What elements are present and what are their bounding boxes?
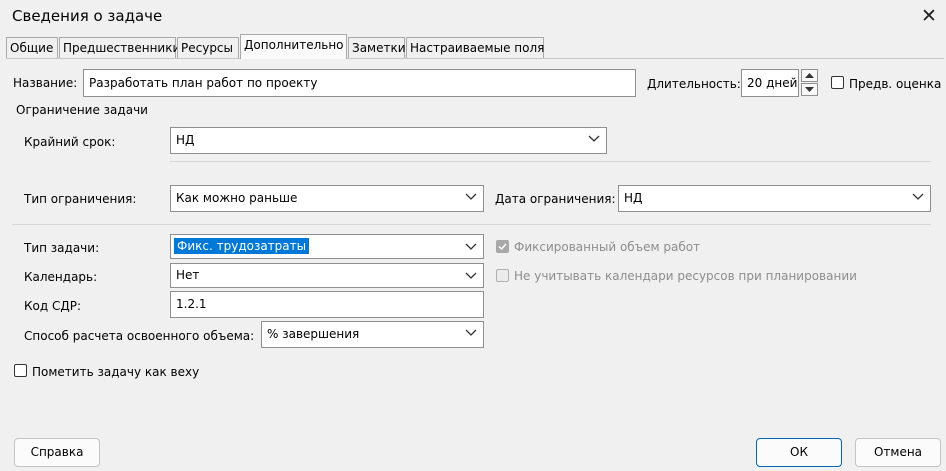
earned-value-value: % завершения	[267, 327, 360, 341]
name-input[interactable]: Разработать план работ по проекту	[83, 69, 636, 97]
estimate-checkbox[interactable]	[831, 76, 844, 89]
chevron-down-icon	[912, 193, 924, 200]
tab-resources[interactable]: Ресурсы	[177, 37, 239, 58]
constraint-type-label: Тип ограничения:	[24, 192, 137, 206]
duration-spinner[interactable]	[801, 69, 819, 97]
tab-strip-border	[6, 58, 944, 59]
constraint-type-value: Как можно раньше	[176, 191, 298, 205]
milestone-checkbox[interactable]	[14, 364, 27, 377]
divider	[12, 224, 931, 225]
chevron-down-icon	[465, 272, 477, 279]
constraint-date-label: Дата ограничения:	[495, 192, 616, 206]
dialog-title: Сведения о задаче	[12, 7, 163, 25]
effort-driven-label: Фиксированный объем работ	[514, 240, 701, 254]
wbs-input[interactable]: 1.2.1	[170, 291, 484, 318]
tab-notes[interactable]: Заметки	[348, 37, 406, 58]
duration-input[interactable]: 20 дней	[741, 69, 799, 97]
chevron-down-icon	[465, 243, 477, 250]
task-type-label: Тип задачи:	[24, 241, 100, 255]
constraints-group-label: Ограничение задачи	[16, 103, 148, 117]
calendar-label: Календарь:	[24, 270, 98, 284]
tab-custom-fields[interactable]: Настраиваемые поля	[406, 37, 544, 58]
duration-label: Длительность:	[647, 77, 741, 91]
divider	[170, 161, 931, 162]
calendar-value: Нет	[176, 268, 200, 282]
earned-value-label: Способ расчета освоенного объема:	[24, 329, 255, 343]
ignore-resource-calendars-label: Не учитывать календари ресурсов при план…	[514, 269, 857, 283]
calendar-select[interactable]: Нет	[170, 263, 484, 288]
deadline-value: НД	[176, 133, 195, 147]
tab-advanced[interactable]: Дополнительно	[240, 34, 347, 59]
constraint-type-select[interactable]: Как можно раньше	[170, 185, 484, 212]
ignore-resource-calendars-checkbox[interactable]	[496, 269, 509, 282]
spin-up-icon[interactable]	[801, 69, 818, 82]
close-icon[interactable]: ✕	[918, 5, 940, 27]
spin-down-icon[interactable]	[801, 83, 818, 96]
deadline-select[interactable]: НД	[170, 127, 607, 154]
check-icon	[498, 243, 507, 251]
cancel-button[interactable]: Отмена	[855, 438, 941, 467]
help-button[interactable]: Справка	[14, 438, 100, 467]
tab-general[interactable]: Общие	[6, 37, 58, 58]
tab-predecessors[interactable]: Предшественники	[59, 37, 180, 58]
estimate-label: Предв. оценка	[849, 77, 942, 91]
deadline-label: Крайний срок:	[24, 135, 116, 149]
task-type-select[interactable]: Фикс. трудозатраты	[170, 234, 484, 259]
wbs-label: Код СДР:	[24, 299, 82, 313]
task-type-value: Фикс. трудозатраты	[174, 238, 310, 254]
earned-value-select[interactable]: % завершения	[261, 321, 484, 348]
chevron-down-icon	[465, 193, 477, 200]
name-label: Название:	[13, 76, 78, 90]
ok-button[interactable]: ОК	[756, 438, 842, 467]
chevron-down-icon	[588, 135, 600, 142]
constraint-date-select[interactable]: НД	[618, 185, 931, 212]
effort-driven-checkbox[interactable]	[496, 240, 509, 253]
constraint-date-value: НД	[624, 191, 643, 205]
milestone-label: Пометить задачу как веху	[32, 365, 200, 379]
chevron-down-icon	[465, 329, 477, 336]
